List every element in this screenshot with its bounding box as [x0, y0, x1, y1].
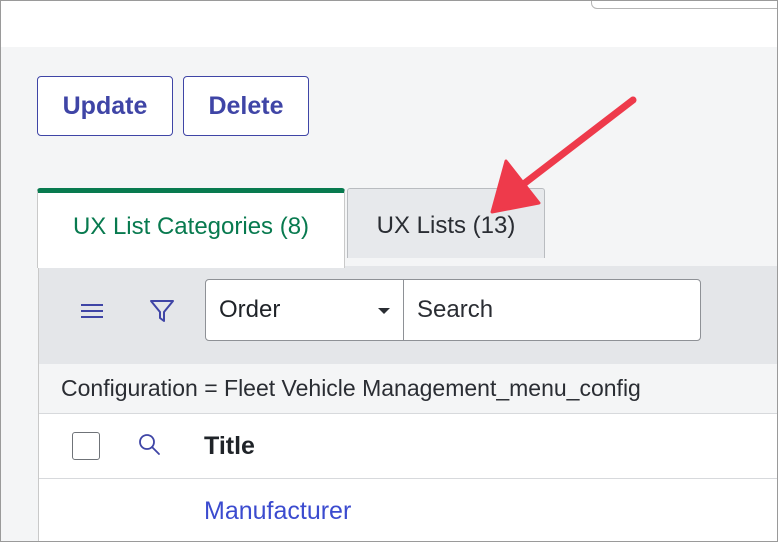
tab-ux-list-categories[interactable]: UX List Categories (8): [37, 188, 345, 268]
search-input[interactable]: Search: [403, 279, 701, 341]
row-title-link[interactable]: Manufacturer: [204, 479, 351, 541]
update-button[interactable]: Update: [37, 76, 173, 136]
order-select[interactable]: Order: [205, 279, 405, 341]
select-all-checkbox[interactable]: [72, 432, 100, 460]
order-select-value: Order: [219, 296, 281, 323]
related-list-panel: Order Search Configuration = Fleet Vehic…: [38, 266, 777, 541]
header-edge: [591, 1, 777, 9]
tab-ux-lists[interactable]: UX Lists (13): [347, 188, 545, 258]
hamburger-menu-icon[interactable]: [75, 294, 109, 328]
table-header-row: Title: [39, 414, 777, 479]
top-strip: [1, 1, 777, 47]
column-header-title[interactable]: Title: [204, 414, 255, 479]
funnel-filter-icon[interactable]: [145, 294, 179, 328]
chevron-down-icon: [378, 308, 390, 314]
list-toolbar: Order Search: [39, 266, 777, 364]
screen-frame: Update Delete UX List Categories (8) UX …: [0, 0, 778, 542]
delete-button[interactable]: Delete: [183, 76, 309, 136]
filter-breadcrumb[interactable]: Configuration = Fleet Vehicle Management…: [39, 364, 777, 414]
table-row: Manufacturer: [39, 479, 777, 541]
column-search-icon[interactable]: [133, 428, 167, 462]
